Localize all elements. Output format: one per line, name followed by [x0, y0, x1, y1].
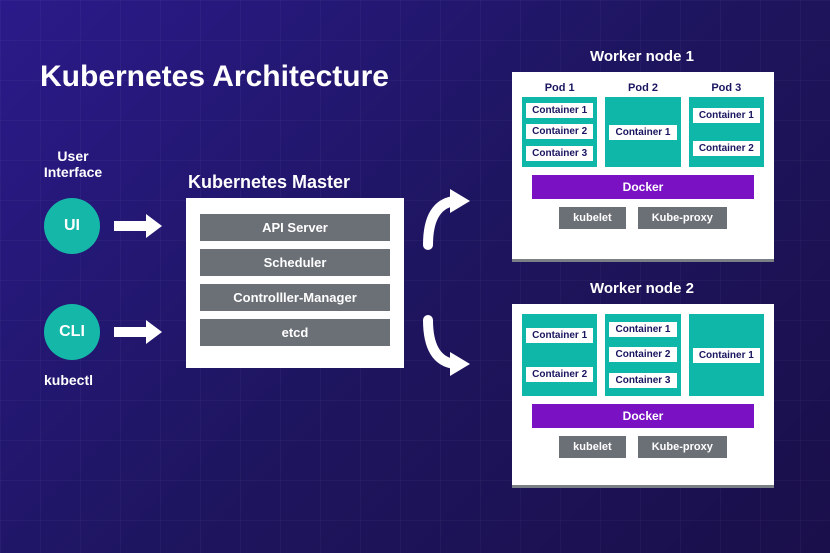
- arrow-master-to-worker2: [420, 310, 470, 380]
- container-cell: Container 2: [609, 347, 676, 362]
- kubectl-label: kubectl: [44, 372, 93, 388]
- worker1-pod3-title: Pod 3: [689, 82, 764, 94]
- arrow-ui-to-master: [114, 214, 162, 238]
- worker1-pod2-title: Pod 2: [605, 82, 680, 94]
- worker1-pod1-title: Pod 1: [522, 82, 597, 94]
- kubernetes-master: API Server Scheduler Controlller-Manager…: [186, 198, 404, 368]
- worker1-docker: Docker: [532, 175, 754, 199]
- master-component-controller-manager: Controlller-Manager: [200, 284, 390, 311]
- user-interface-label: User Interface: [38, 148, 108, 180]
- container-cell: Container 2: [526, 124, 593, 139]
- ui-circle: UI: [44, 198, 100, 254]
- ui-circle-label: UI: [64, 217, 80, 235]
- container-cell: Container 1: [609, 322, 676, 337]
- container-cell: Container 2: [693, 141, 760, 156]
- container-cell: Container 2: [526, 367, 593, 382]
- worker1-pods-row: Pod 1 Container 1 Container 2 Container …: [522, 82, 764, 167]
- container-cell: Container 1: [609, 125, 676, 140]
- arrow-master-to-worker1: [420, 185, 470, 255]
- worker1-pod3: Pod 3 Container 1 Container 2: [689, 82, 764, 167]
- master-component-scheduler: Scheduler: [200, 249, 390, 276]
- container-cell: Container 1: [693, 348, 760, 363]
- container-cell: Container 3: [609, 373, 676, 388]
- master-title: Kubernetes Master: [188, 172, 350, 193]
- worker2-pods-row: Container 1 Container 2 Container 1 Cont…: [522, 314, 764, 396]
- worker2-pod2: Container 1 Container 2 Container 3: [605, 314, 680, 396]
- worker1-kubelet: kubelet: [559, 207, 626, 229]
- worker1-pod1: Pod 1 Container 1 Container 2 Container …: [522, 82, 597, 167]
- user-interface-text: User Interface: [44, 148, 102, 180]
- container-cell: Container 1: [693, 108, 760, 123]
- container-cell: Container 1: [526, 328, 593, 343]
- worker2-pod1: Container 1 Container 2: [522, 314, 597, 396]
- worker1-services: kubelet Kube-proxy: [522, 207, 764, 229]
- worker2-kubelet: kubelet: [559, 436, 626, 458]
- worker2-services: kubelet Kube-proxy: [522, 436, 764, 458]
- worker-node-2: Container 1 Container 2 Container 1 Cont…: [512, 304, 774, 488]
- master-component-etcd: etcd: [200, 319, 390, 346]
- worker-node-1: Pod 1 Container 1 Container 2 Container …: [512, 72, 774, 262]
- container-cell: Container 1: [526, 103, 593, 118]
- cli-circle-label: CLI: [59, 323, 85, 341]
- worker1-kube-proxy: Kube-proxy: [638, 207, 727, 229]
- worker2-title: Worker node 2: [590, 280, 694, 297]
- cli-circle: CLI: [44, 304, 100, 360]
- worker2-kube-proxy: Kube-proxy: [638, 436, 727, 458]
- container-cell: Container 3: [526, 146, 593, 161]
- worker2-docker: Docker: [532, 404, 754, 428]
- worker1-pod2: Pod 2 Container 1: [605, 82, 680, 167]
- worker2-pod3: Container 1: [689, 314, 764, 396]
- diagram-title: Kubernetes Architecture: [40, 60, 389, 94]
- master-component-api-server: API Server: [200, 214, 390, 241]
- worker1-title: Worker node 1: [590, 48, 694, 65]
- arrow-cli-to-master: [114, 320, 162, 344]
